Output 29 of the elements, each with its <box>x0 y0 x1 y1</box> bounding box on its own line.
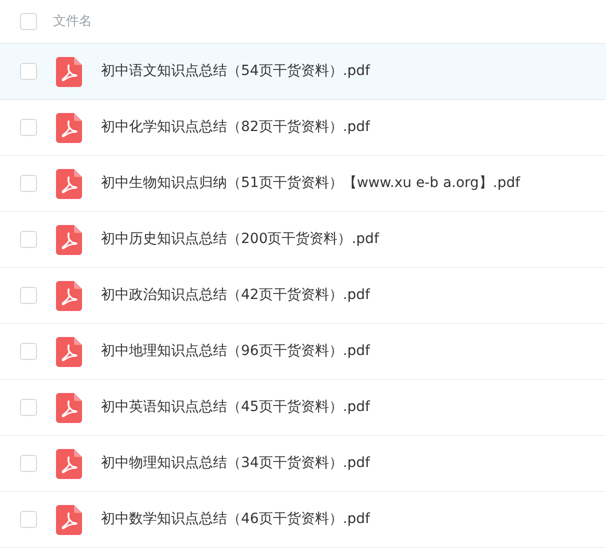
file-name[interactable]: 初中物理知识点总结（34页干货资料）.pdf <box>101 453 370 474</box>
file-name[interactable]: 初中语文知识点总结（54页干货资料）.pdf <box>101 61 370 82</box>
checkbox[interactable] <box>20 231 37 248</box>
file-name[interactable]: 初中英语知识点总结（45页干货资料）.pdf <box>101 397 370 418</box>
pdf-file-icon <box>56 56 82 86</box>
checkbox[interactable] <box>20 175 37 192</box>
checkbox[interactable] <box>20 287 37 304</box>
file-name[interactable]: 初中历史知识点总结（200页干货资料）.pdf <box>101 229 379 250</box>
pdf-file-icon <box>56 168 82 198</box>
file-row[interactable]: 初中语文知识点总结（54页干货资料）.pdf <box>0 44 606 100</box>
pdf-file-icon <box>56 280 82 310</box>
pdf-file-icon <box>56 224 82 254</box>
checkbox[interactable] <box>20 119 37 136</box>
file-name[interactable]: 初中地理知识点总结（96页干货资料）.pdf <box>101 341 370 362</box>
file-name[interactable]: 初中数学知识点总结（46页干货资料）.pdf <box>101 509 370 530</box>
pdf-file-icon <box>56 336 82 366</box>
file-name[interactable]: 初中化学知识点总结（82页干货资料）.pdf <box>101 117 370 138</box>
pdf-file-icon <box>56 504 82 534</box>
file-name[interactable]: 初中生物知识点归纳（51页干货资料）【www.xu e-b a.org】.pdf <box>101 173 520 194</box>
checkbox[interactable] <box>20 343 37 360</box>
pdf-file-icon <box>56 112 82 142</box>
pdf-file-icon <box>56 448 82 478</box>
checkbox[interactable] <box>20 399 37 416</box>
checkbox[interactable] <box>20 455 37 472</box>
checkbox[interactable] <box>20 511 37 528</box>
checkbox[interactable] <box>20 63 37 80</box>
checkbox[interactable] <box>20 13 37 30</box>
pdf-file-icon <box>56 392 82 422</box>
file-name[interactable]: 初中政治知识点总结（42页干货资料）.pdf <box>101 285 370 306</box>
